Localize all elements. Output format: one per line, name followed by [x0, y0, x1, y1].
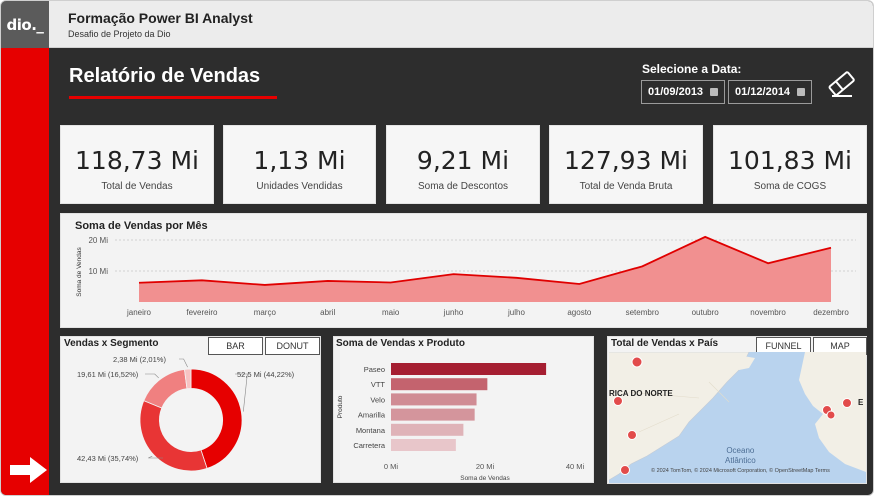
kpi-card-total-vendas: 118,73 Mi Total de Vendas [60, 125, 214, 204]
bar [391, 393, 477, 406]
top-bar: dio._ Formação Power BI Analyst Desafio … [1, 1, 873, 48]
report-frame: dio._ Formação Power BI Analyst Desafio … [0, 0, 874, 496]
category-label: Paseo [364, 365, 385, 374]
x-tick-label: março [254, 308, 277, 317]
bar [391, 408, 475, 421]
report-title: Relatório de Vendas [69, 65, 261, 87]
ocean-line-1: Oceano [726, 446, 755, 455]
x-tick-label: fevereiro [186, 308, 218, 317]
sales-map[interactable]: RICA DO NORTE E Oceano Atlântico © 2024 … [609, 352, 866, 483]
date-end-value: 01/12/2014 [735, 86, 791, 98]
title-underline [69, 96, 277, 99]
kpi-value: 101,83 Mi [728, 146, 852, 175]
map-edge-label: E [858, 398, 864, 407]
category-label: Amarilla [358, 411, 386, 420]
x-axis-label: Soma de Vendas [460, 475, 510, 482]
category-label: Montana [356, 426, 386, 435]
x-tick-label: novembro [750, 308, 786, 317]
bar [391, 363, 547, 375]
sales-by-segment-chart[interactable]: 52,5 Mi (44,22%) 42,43 Mi (35,74%) 19,61 M… [61, 337, 320, 482]
donut-slice [143, 368, 188, 409]
x-tick-label: maio [382, 308, 400, 317]
x-tick-label: junho [443, 308, 464, 317]
data-label: 2,38 Mi (2,01%) [113, 355, 166, 364]
kpi-card-soma-descontos: 9,21 Mi Soma de Descontos [386, 125, 540, 204]
map-point-germany[interactable] [842, 398, 852, 408]
date-filter-label: Selecione a Data: [642, 62, 742, 76]
kpi-label: Total de Vendas [101, 181, 173, 192]
kpi-label: Total de Venda Bruta [579, 181, 673, 192]
y-axis-label: Soma de Vendas [76, 246, 83, 296]
map-point-south[interactable] [620, 465, 630, 475]
calendar-icon[interactable] [797, 88, 805, 96]
left-sidebar [1, 48, 49, 495]
bar [391, 378, 488, 391]
x-tick-label: outubro [692, 308, 720, 317]
app-subtitle: Desafio de Projeto da Dio [68, 29, 171, 39]
kpi-label: Unidades Vendidas [256, 181, 343, 192]
date-end-input[interactable]: 01/12/2014 [728, 80, 812, 104]
category-label: Velo [370, 395, 385, 404]
arrow-right-icon[interactable] [10, 456, 48, 484]
map-country-label: RICA DO NORTE [609, 389, 673, 398]
app-title: Formação Power BI Analyst [68, 10, 253, 26]
logo-text: dio._ [6, 15, 44, 34]
y-tick-label: 20 Mi [88, 236, 108, 245]
x-tick-label: agosto [567, 308, 592, 317]
kpi-value: 9,21 Mi [416, 146, 510, 175]
data-label: 42,43 Mi (35,74%) [77, 454, 139, 463]
kpi-label: Soma de Descontos [417, 181, 509, 192]
x-tick-label: 0 Mi [384, 462, 399, 471]
kpi-label: Soma de COGS [753, 181, 827, 192]
sales-by-product-chart[interactable]: Produto Paseo VTT Velo Amarilla Montana Carret… [334, 337, 593, 482]
map-copyright: © 2024 TomTom, © 2024 Microsoft Corporat… [651, 468, 830, 474]
x-tick-label: julho [507, 308, 525, 317]
kpi-card-unidades-vendidas: 1,13 Mi Unidades Vendidas [223, 125, 376, 204]
x-tick-label: 20 Mi [476, 462, 495, 471]
x-tick-label: janeiro [126, 308, 152, 317]
leader-line [145, 373, 159, 379]
category-label: Carretera [353, 441, 386, 450]
sales-by-product-panel: Soma de Vendas x Produto Produto Paseo VTT… [333, 336, 594, 483]
sales-by-segment-panel: Vendas x Segmento 52,5 Mi (44,22%) 42,43 … [60, 336, 321, 483]
kpi-card-venda-bruta: 127,93 Mi Total de Venda Bruta [549, 125, 703, 204]
data-label: 19,61 Mi (16,52%) [77, 370, 139, 379]
sales-by-month-panel: Soma de Vendas por Mês Soma de Vendas 10 … [60, 213, 867, 328]
x-tick-label: setembro [626, 308, 660, 317]
chart-title: Total de Vendas x País [611, 338, 719, 349]
y-tick-label: 10 Mi [88, 267, 108, 276]
y-axis-label: Produto [337, 395, 344, 418]
sales-by-month-chart[interactable]: Soma de Vendas 10 Mi 20 Mi janeiro fevereiro… [61, 214, 866, 327]
date-start-input[interactable]: 01/09/2013 [641, 80, 725, 104]
donut-slice [139, 400, 208, 472]
ocean-line-2: Atlântico [725, 456, 756, 465]
leader-line [179, 358, 188, 368]
map-point-canada[interactable] [631, 356, 643, 368]
dio-logo: dio._ [1, 1, 49, 48]
calendar-icon[interactable] [710, 88, 718, 96]
kpi-value: 127,93 Mi [564, 146, 688, 175]
donut-toggle-button[interactable]: DONUT [265, 337, 320, 355]
date-start-value: 01/09/2013 [648, 86, 704, 98]
bar [391, 423, 464, 436]
bar [391, 439, 456, 451]
x-tick-label: 40 Mi [566, 462, 585, 471]
bar-toggle-button[interactable]: BAR [208, 337, 263, 355]
map-ocean-label: Oceano Atlântico [725, 446, 756, 466]
x-tick-label: dezembro [813, 308, 849, 317]
x-tick-label: abril [320, 308, 335, 317]
category-label: VTT [371, 380, 386, 389]
map-point-spain[interactable] [826, 410, 836, 420]
data-label: 52,5 Mi (44,22%) [237, 370, 295, 379]
map-point-mexico[interactable] [627, 430, 637, 440]
kpi-value: 118,73 Mi [75, 146, 199, 175]
eraser-icon[interactable] [827, 69, 857, 99]
kpi-value: 1,13 Mi [253, 146, 346, 175]
kpi-card-soma-cogs: 101,83 Mi Soma de COGS [713, 125, 867, 204]
